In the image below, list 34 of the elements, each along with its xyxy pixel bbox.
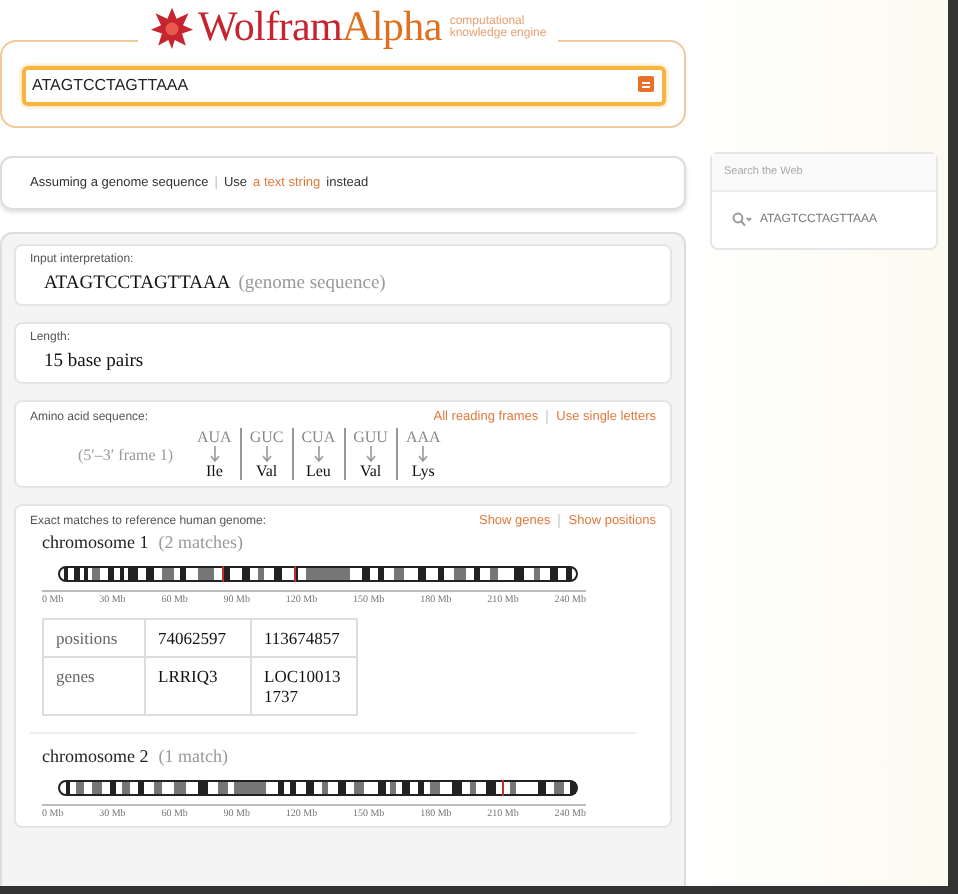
amino-acid: Lys [411, 462, 435, 480]
down-arrow-icon [313, 446, 324, 462]
down-arrow-icon [209, 446, 220, 462]
submit-button[interactable] [638, 76, 654, 92]
down-arrow-icon [365, 446, 376, 462]
codon: GUC [249, 428, 284, 446]
star-logo-icon [150, 5, 194, 49]
brand-name: WolframAlpha [198, 2, 442, 52]
search-field[interactable]: ATAGTCCTAGTTAAA [22, 65, 666, 105]
amino-acid: Val [255, 462, 278, 480]
pod-value: 15 base pairs [44, 352, 144, 372]
table-row-label: positions [43, 619, 145, 657]
amino-acid: Ile [205, 462, 223, 480]
table-cell: 74062597 [145, 619, 251, 657]
amino-acid: Val [359, 462, 382, 480]
amino-acid: Leu [305, 462, 331, 480]
table-cell: 113674857 [251, 619, 357, 657]
codon: CUA [301, 428, 336, 446]
pod-value: ATAGTCCTAGTTAAA [44, 274, 231, 294]
match-count: (1 match) [158, 746, 228, 766]
codon: AAA [405, 428, 441, 446]
codon: AUA [196, 428, 232, 446]
down-arrow-icon [418, 446, 429, 462]
pod-note: (genome sequence) [238, 274, 386, 294]
table-cell: LRRIQ3 [145, 657, 251, 715]
frame-label: (5′–3′ frame 1) [78, 445, 173, 463]
down-arrow-icon [261, 446, 272, 462]
search-icon[interactable] [732, 212, 752, 228]
chromosome-name: chromosome 1 [42, 532, 149, 552]
chromosome-name: chromosome 2 [42, 746, 149, 766]
table-cell: LOC100131737 [251, 657, 357, 715]
match-count: (2 matches) [158, 532, 243, 552]
codon: GUU [353, 428, 388, 446]
table-row-label: genes [43, 657, 145, 715]
